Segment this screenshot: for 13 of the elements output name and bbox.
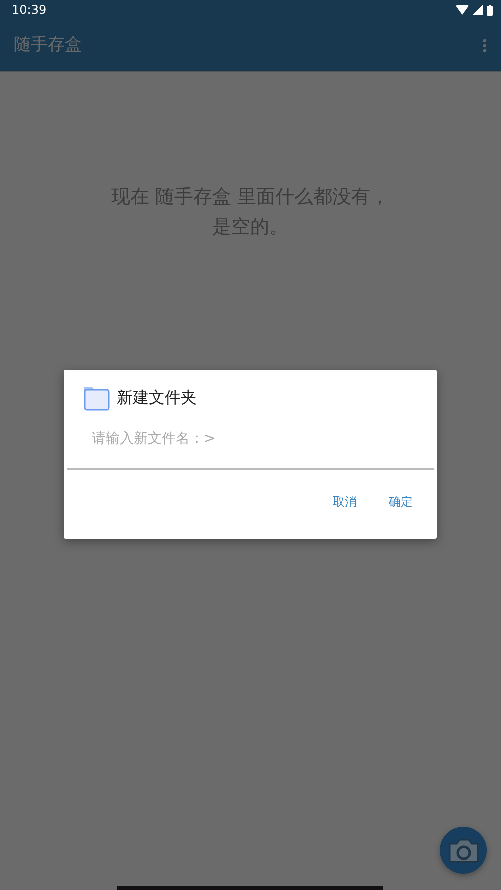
wifi-icon [456, 5, 469, 15]
more-options-icon[interactable] [483, 38, 487, 52]
signal-icon [473, 5, 483, 15]
battery-icon [487, 4, 493, 16]
dialog-title: 新建文件夹 [117, 386, 197, 408]
camera-button[interactable] [440, 827, 487, 874]
app-title: 随手存盒 [14, 34, 82, 57]
status-time: 10:39 [12, 2, 47, 19]
dialog-button[interactable]: 取消 [323, 489, 367, 515]
folder-name-field[interactable]: 请输入新文件名：> [67, 429, 434, 470]
dialog-button[interactable]: 确定 [379, 489, 423, 515]
camera-icon [448, 838, 480, 864]
folder-icon [83, 384, 110, 411]
